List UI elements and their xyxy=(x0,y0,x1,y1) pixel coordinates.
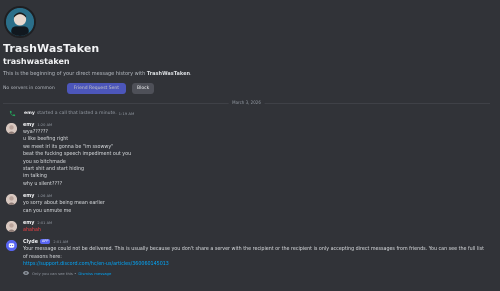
clyde-avatar[interactable] xyxy=(6,240,17,252)
call-author[interactable]: emy xyxy=(24,111,35,116)
clyde-text: Your message could not be delivered. Thi… xyxy=(23,247,484,260)
block-button[interactable]: Block xyxy=(132,83,155,94)
profile-avatar[interactable] xyxy=(4,6,36,38)
message-group: emy 1:26 AM yo sorry about being mean ear… xyxy=(3,193,490,215)
intro-name: TrashWasTaken xyxy=(146,71,191,77)
clyde-message: Clyde APP 2:01 AM Your message could not b… xyxy=(3,239,490,277)
message-time: 2:01 AM xyxy=(53,240,69,245)
message-time: 1:20 AM xyxy=(37,123,53,127)
ephemeral-note: Only you can see this • Dismiss message xyxy=(23,270,490,277)
phone-icon xyxy=(9,110,16,117)
message-line: start shit and start hiding xyxy=(23,167,85,173)
message-time: 2:01 AM xyxy=(37,221,53,226)
dm-intro-text: This is the beginning of your direct mes… xyxy=(3,71,490,77)
dismiss-message-link[interactable]: Dismiss message xyxy=(78,270,111,277)
message-time: 1:26 AM xyxy=(37,194,53,199)
message-content: emy 1:20 AM wya?????? u like beefing righ… xyxy=(23,122,131,188)
message-header: emy 1:20 AM xyxy=(23,122,131,129)
date-divider-text: March 3, 2026 xyxy=(228,100,265,105)
message-line: we meet irl its gonna be "im ssowwy" xyxy=(23,144,114,150)
message-line: why u silent???? xyxy=(23,181,63,187)
message-line: wya?????? xyxy=(23,130,48,135)
eye-icon xyxy=(23,271,29,276)
profile-username: trashwastaken xyxy=(3,57,70,66)
message-line: you so bitchmade xyxy=(23,159,66,165)
intro-prefix: This is the beginning of your direct mes… xyxy=(3,71,147,77)
message-header: emy 2:01 AM xyxy=(23,220,52,227)
message-content: emy 1:26 AM yo sorry about being mean ear… xyxy=(23,193,105,215)
message-line: yo sorry about being mean earlier xyxy=(23,201,105,207)
message-line: u like beefing right xyxy=(23,137,69,143)
servers-in-common[interactable]: No servers in common xyxy=(3,86,55,91)
call-event: emy started a call that lasted a minute.… xyxy=(3,110,490,117)
message-author[interactable]: emy xyxy=(23,194,34,199)
profile-display-name: TrashWasTaken xyxy=(3,42,100,55)
message-author[interactable]: Clyde xyxy=(23,240,38,245)
reasons-link[interactable]: https://support.discord.com/hc/en-us/art… xyxy=(23,261,490,268)
profile-actions: No servers in common Friend Request Sent… xyxy=(3,83,490,94)
dm-channel: TrashWasTaken trashwastaken This is the … xyxy=(0,0,500,277)
message-line: beat the fucking speech impediment out y… xyxy=(23,152,132,158)
emy-avatar[interactable] xyxy=(6,221,17,233)
only-you-text: Only you can see this • xyxy=(32,270,77,276)
message-line: im talking xyxy=(23,174,47,180)
emy-avatar[interactable] xyxy=(6,194,17,206)
message-author[interactable]: emy xyxy=(23,221,34,226)
date-divider: March 3, 2026 xyxy=(3,100,490,106)
message-content: emy 2:01 AM ahahah xyxy=(23,220,52,234)
message-group: emy 2:01 AM ahahah xyxy=(3,220,490,234)
message-header: Clyde APP 2:01 AM xyxy=(23,239,490,246)
message-group: emy 1:20 AM wya?????? u like beefing righ… xyxy=(3,122,490,188)
app-badge: APP xyxy=(39,239,51,245)
message-author[interactable]: emy xyxy=(23,123,34,128)
emy-avatar[interactable] xyxy=(6,123,17,134)
call-text: started a call that lasted a minute. xyxy=(36,111,117,116)
message-line: can you unmute me xyxy=(23,208,72,214)
friend-request-sent-button[interactable]: Friend Request Sent xyxy=(66,83,126,94)
message-header: emy 1:26 AM xyxy=(23,193,105,200)
failed-message-line: ahahah xyxy=(23,228,41,234)
message-content: Clyde APP 2:01 AM Your message could not b… xyxy=(23,239,490,277)
intro-suffix: . xyxy=(190,71,192,77)
call-time: 1:19 AM xyxy=(118,111,135,116)
